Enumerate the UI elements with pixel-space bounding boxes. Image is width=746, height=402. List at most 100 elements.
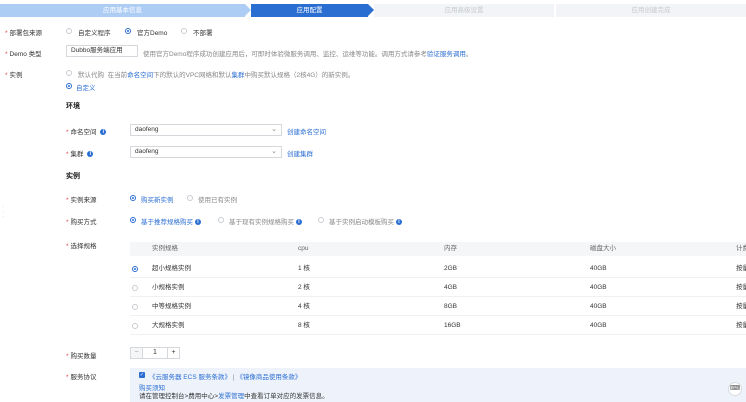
cell-disk: 40GB xyxy=(590,303,607,310)
header-billing: 计费 xyxy=(736,245,746,252)
demo-type-select[interactable]: Dubbo服务端应用 xyxy=(66,45,138,57)
step-advanced: 应用高级设置 xyxy=(374,4,554,17)
instance-label: * 实例 xyxy=(5,72,23,79)
row-radio[interactable] xyxy=(132,285,138,291)
purchase-method-label: * 购买方式 xyxy=(66,219,97,226)
increment-button[interactable]: + xyxy=(167,348,179,358)
radio-recommended-spec-label: 基于推荐规格购买 i xyxy=(141,216,201,226)
info-icon[interactable]: i xyxy=(296,219,302,226)
cell-cpu: 8 核 xyxy=(298,322,310,329)
cell-spec: 大规格实例 xyxy=(152,322,185,329)
radio-official-demo-label: 官方Demo xyxy=(137,30,168,37)
create-cluster-link[interactable]: 创建集群 xyxy=(287,148,313,158)
table-header: 实例规格 cpu 内存 磁盘大小 计费 xyxy=(130,242,746,256)
help-chat-icon[interactable]: ⌨ xyxy=(728,382,742,396)
cell-billing: 按量 xyxy=(736,303,746,310)
quantity-label: * 购买数量 xyxy=(66,353,97,360)
select-spec-label: * 选择规格 xyxy=(66,243,97,250)
instance-section-title: 实例 xyxy=(66,173,80,180)
default-purchase-text: 默认代购 在当前命名空间下的默认的VPC网络和默认集群中购买默认规格（2核4G）… xyxy=(78,72,355,79)
info-icon[interactable]: i xyxy=(87,151,94,158)
info-icon[interactable]: i xyxy=(100,129,107,136)
demo-type-desc: 使用官方Demo程序成功创建应用后，可即时体验微服务调用、监控、运维等功能。调用… xyxy=(143,51,473,58)
radio-recommended-spec[interactable] xyxy=(130,217,136,223)
cell-billing: 按量 xyxy=(736,322,746,329)
namespace-link[interactable]: 命名空间 xyxy=(127,72,153,79)
radio-custom-program[interactable] xyxy=(66,28,72,34)
demo-type-label: * Demo 类型 xyxy=(5,51,42,58)
step-basic-info: 应用基本信息 xyxy=(0,4,245,17)
radio-custom-program-label: 自定义程序 xyxy=(78,30,111,37)
quantity-stepper[interactable]: − 1 + xyxy=(130,347,180,359)
namespace-label: * 命名空间 i xyxy=(66,126,107,136)
radio-official-demo[interactable] xyxy=(125,28,131,34)
table-row[interactable]: 中等规格实例 4 核 8GB 40GB 按量 xyxy=(130,297,746,316)
cluster-label: * 集群 i xyxy=(66,148,94,158)
cell-cpu: 1 核 xyxy=(298,265,310,272)
verify-service-call-link[interactable]: 验证服务调用 xyxy=(427,51,466,58)
cell-spec: 中等规格实例 xyxy=(152,303,191,310)
decrement-button[interactable]: − xyxy=(131,348,143,358)
header-disk: 磁盘大小 xyxy=(590,245,616,252)
agreement-label: * 服务协议 xyxy=(66,374,97,381)
step-complete: 应用创建完成 xyxy=(556,4,746,17)
notice-text: 请在管理控制台>费用中心>发票管理中查看订单对应的发票信息。 xyxy=(139,393,329,400)
cell-memory: 4GB xyxy=(444,284,458,291)
step-app-config: 应用配置 xyxy=(251,4,368,17)
radio-use-existing-instance[interactable] xyxy=(187,195,193,201)
radio-use-existing-instance-label: 使用已有实例 xyxy=(198,197,237,204)
cluster-link[interactable]: 集群 xyxy=(232,72,245,79)
quantity-input[interactable]: 1 xyxy=(143,348,167,358)
chevron-down-icon: ⌄ xyxy=(271,126,277,133)
namespace-select[interactable]: daofeng ⌄ xyxy=(130,124,282,136)
header-memory: 内存 xyxy=(444,245,457,252)
agreement-box: ✓ 《云服务器 ECS 服务条款》 | 《镜像商品使用条款》 购买须知 请在管理… xyxy=(130,368,746,402)
radio-launch-template-label: 基于实例启动模板购买 i xyxy=(329,216,402,226)
create-namespace-link[interactable]: 创建命名空间 xyxy=(287,126,326,136)
agree-checkbox[interactable]: ✓ xyxy=(139,372,145,378)
cell-disk: 40GB xyxy=(590,322,607,329)
radio-default-purchase[interactable] xyxy=(66,70,72,76)
cell-billing: 按量 xyxy=(736,284,746,291)
row-radio[interactable] xyxy=(132,304,138,310)
cluster-select[interactable]: daofeng ⌄ xyxy=(130,146,282,158)
row-radio[interactable] xyxy=(132,266,138,272)
radio-existing-spec[interactable] xyxy=(218,217,224,223)
cell-memory: 8GB xyxy=(444,303,458,310)
env-section-title: 环境 xyxy=(66,103,80,110)
radio-no-deploy-label: 不部署 xyxy=(193,30,213,37)
terms-links: 《云服务器 ECS 服务条款》 | 《镜像商品使用条款》 xyxy=(149,374,302,381)
cell-disk: 40GB xyxy=(590,284,607,291)
cell-spec: 超小规格实例 xyxy=(152,265,191,272)
table-row[interactable]: 大规格实例 8 核 16GB 40GB 按量 xyxy=(130,316,746,335)
cell-spec: 小规格实例 xyxy=(152,284,185,291)
header-cpu: cpu xyxy=(298,245,309,252)
radio-existing-spec-label: 基于现有实例规格购买 i xyxy=(229,216,302,226)
side-handle-icon[interactable]: · · · xyxy=(2,204,4,220)
radio-no-deploy[interactable] xyxy=(181,28,187,34)
cell-cpu: 4 核 xyxy=(298,303,310,310)
table-row[interactable]: 小规格实例 2 核 4GB 40GB 按量 xyxy=(130,278,746,297)
radio-custom-instance-label: 自定义 xyxy=(76,85,96,92)
radio-launch-template[interactable] xyxy=(318,217,324,223)
cell-cpu: 2 核 xyxy=(298,284,310,291)
cell-memory: 16GB xyxy=(444,322,461,329)
cell-billing: 按量 xyxy=(736,265,746,272)
header-spec: 实例规格 xyxy=(152,245,178,252)
ecs-terms-link[interactable]: 《云服务器 ECS 服务条款》 xyxy=(149,374,231,381)
progress-steps: 应用基本信息 应用配置 应用高级设置 应用创建完成 xyxy=(0,4,746,17)
invoice-management-link[interactable]: 发票管理 xyxy=(218,393,244,400)
deploy-source-label: * 部署包来源 xyxy=(5,30,43,37)
info-icon[interactable]: i xyxy=(396,219,402,226)
radio-buy-new-instance-label: 购买新实例 xyxy=(141,197,174,204)
instance-source-label: * 实例来源 xyxy=(66,197,97,204)
radio-custom-instance[interactable] xyxy=(66,83,72,89)
cell-memory: 2GB xyxy=(444,265,458,272)
image-terms-link[interactable]: 《镜像商品使用条款》 xyxy=(236,374,301,381)
info-icon[interactable]: i xyxy=(195,219,201,226)
row-radio[interactable] xyxy=(132,323,138,329)
chevron-down-icon: ⌄ xyxy=(271,148,277,155)
radio-buy-new-instance[interactable] xyxy=(130,195,136,201)
cell-disk: 40GB xyxy=(590,265,607,272)
table-row[interactable]: 超小规格实例 1 核 2GB 40GB 按量 xyxy=(130,259,746,278)
